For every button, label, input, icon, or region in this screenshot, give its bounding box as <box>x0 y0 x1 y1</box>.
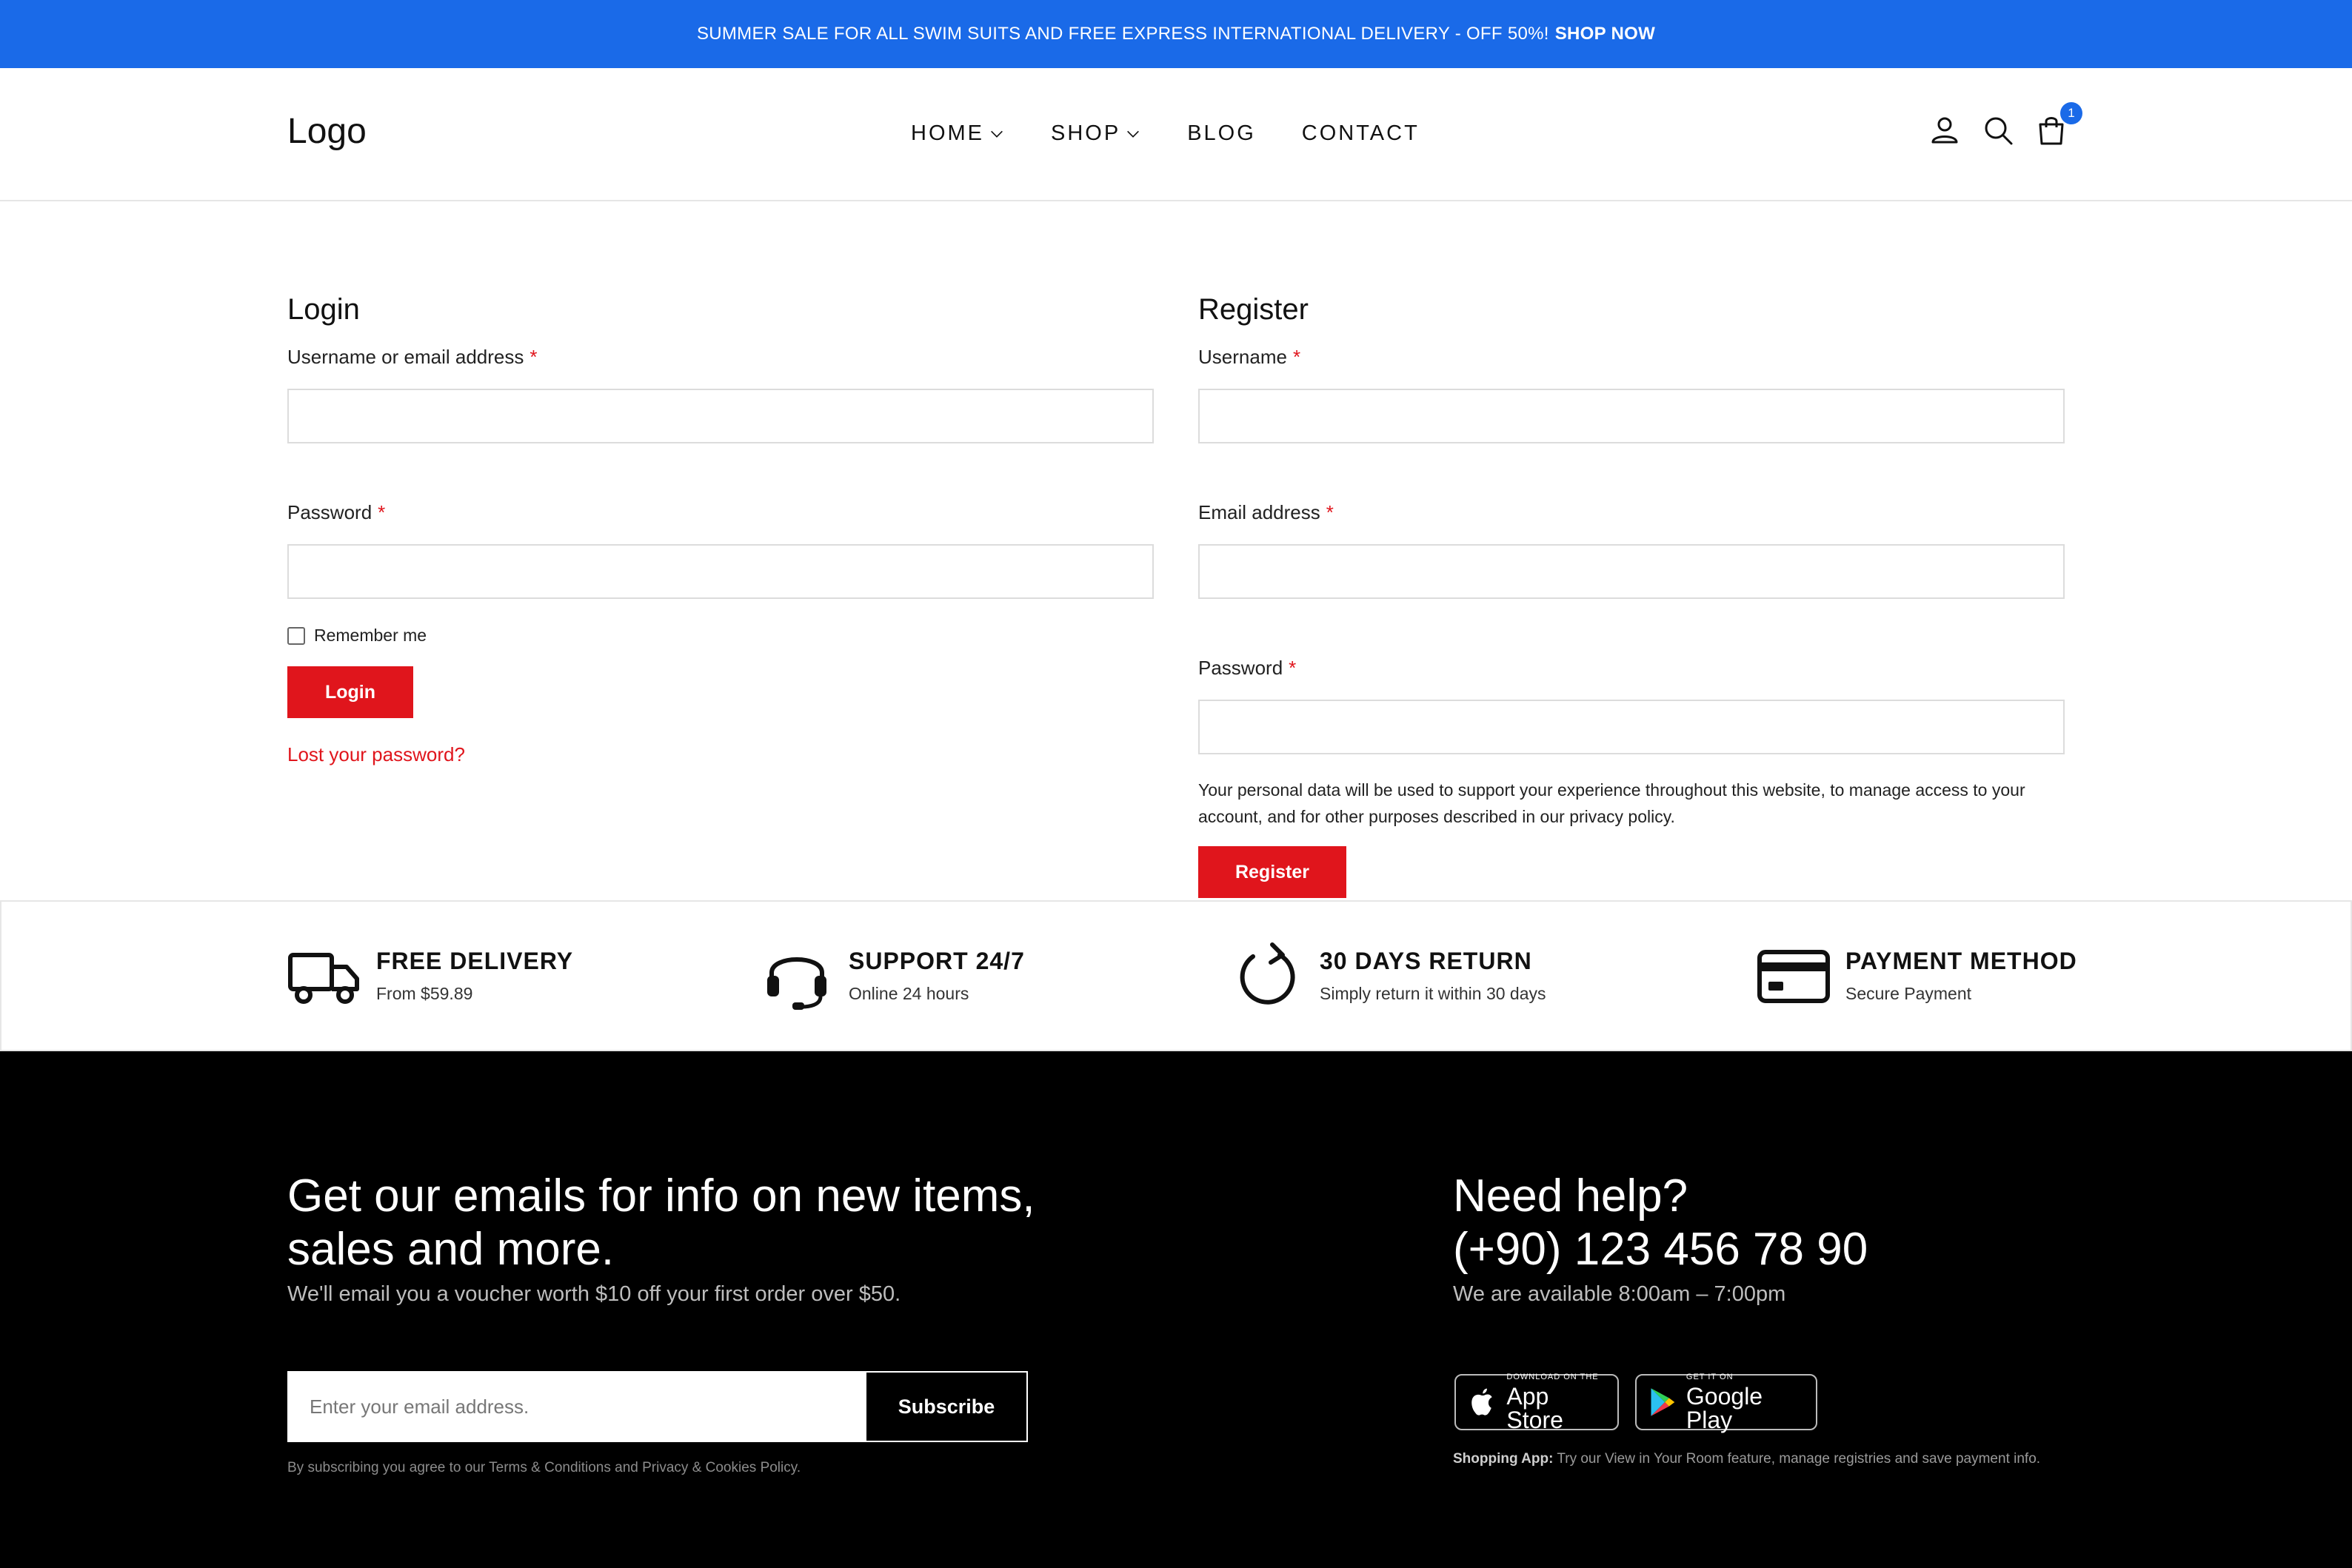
feature-subtitle: Secure Payment <box>1845 984 1972 1003</box>
nav-item-blog[interactable]: BLOG <box>1187 121 1256 146</box>
app-store-big: App Store <box>1506 1382 1563 1433</box>
nav-label: BLOG <box>1187 121 1256 145</box>
headset-icon <box>767 957 826 1010</box>
login-form: Login Username or email address * Passwor… <box>287 293 1154 766</box>
announcement-text: SUMMER SALE FOR ALL SWIM SUITS AND FREE … <box>696 24 1549 44</box>
remember-me-label: Remember me <box>314 626 427 645</box>
register-form: Register Username * Email address * Passwo… <box>1198 293 2065 898</box>
feature-title: 30 DAYS RETURN <box>1320 948 1532 974</box>
chevron-down-icon <box>991 130 1003 138</box>
feature-title: FREE DELIVERY <box>376 948 574 974</box>
app-store-badges: DOWNLOAD ON THE App Store GET IT ON Goog… <box>1454 1372 1834 1433</box>
site-header: Logo HOME SHOP BLOG CONTACT 1 <box>0 68 2352 201</box>
features-strip: FREE DELIVERY From $59.89 SUPPORT 24/7 O… <box>0 900 2352 1051</box>
username-label-text: Username or email address <box>287 346 524 368</box>
required-mark: * <box>1289 657 1297 679</box>
google-play-icon <box>1651 1388 1675 1416</box>
cart-icon[interactable]: 1 <box>2035 102 2082 147</box>
login-button[interactable]: Login <box>287 666 413 718</box>
truck-icon <box>288 953 359 1004</box>
google-play-button[interactable]: GET IT ON Google Play <box>1635 1372 1817 1433</box>
email-label-text: Email address <box>1198 501 1320 523</box>
newsletter-legal: By subscribing you agree to our Terms & … <box>287 1460 801 1475</box>
nav-label: HOME <box>911 121 984 145</box>
feature-payment: PAYMENT METHOD Secure Payment <box>1757 939 2077 1013</box>
header-icons: 1 <box>1928 102 2088 147</box>
cart-count-badge: 1 <box>2060 102 2082 124</box>
lost-password-link[interactable]: Lost your password? <box>287 743 1154 766</box>
app-store-button[interactable]: DOWNLOAD ON THE App Store <box>1454 1372 1619 1433</box>
feature-subtitle: From $59.89 <box>376 984 473 1003</box>
required-mark: * <box>378 501 386 523</box>
google-play-big: Google Play <box>1686 1382 1763 1433</box>
app-note-label: Shopping App: <box>1453 1451 1554 1467</box>
feature-subtitle: Simply return it within 30 days <box>1320 984 1546 1003</box>
feature-title: SUPPORT 24/7 <box>849 948 1025 974</box>
shop-now-link[interactable]: SHOP NOW <box>1555 24 1655 44</box>
email-label: Email address * <box>1198 501 2065 525</box>
remember-me-checkbox[interactable] <box>287 626 305 645</box>
feature-title: PAYMENT METHOD <box>1845 948 2077 974</box>
nav-label: SHOP <box>1051 121 1121 145</box>
login-password-input[interactable] <box>287 544 1154 599</box>
apple-icon <box>1471 1388 1492 1415</box>
newsletter-title: Get our emails for info on new items, sa… <box>287 1170 1035 1275</box>
app-note-text: Try our View in Your Room feature, manag… <box>1557 1451 2041 1467</box>
newsletter-subtitle: We'll email you a voucher worth $10 off … <box>287 1282 901 1306</box>
register-button[interactable]: Register <box>1198 846 1346 898</box>
login-title: Login <box>287 293 360 326</box>
newsletter-form: Subscribe <box>287 1371 1028 1442</box>
google-play-small: GET IT ON <box>1686 1372 1734 1381</box>
feature-support: SUPPORT 24/7 Online 24 hours <box>760 939 1025 1013</box>
help-phone[interactable]: (+90) 123 456 78 90 <box>1453 1223 1868 1276</box>
credit-card-icon <box>1757 950 1830 1003</box>
login-username-input[interactable] <box>287 389 1154 443</box>
subscribe-button[interactable]: Subscribe <box>866 1373 1026 1441</box>
feature-subtitle: Online 24 hours <box>849 984 969 1003</box>
feature-free-delivery: FREE DELIVERY From $59.89 <box>287 939 573 1013</box>
remember-me: Remember me <box>287 626 1154 646</box>
register-email-input[interactable] <box>1198 544 2065 599</box>
required-mark: * <box>529 346 538 368</box>
search-icon[interactable] <box>1982 114 2014 147</box>
username-label: Username * <box>1198 346 2065 369</box>
help-hours: We are available 8:00am – 7:00pm <box>1453 1282 1786 1306</box>
privacy-notice: Your personal data will be used to suppo… <box>1198 780 2025 826</box>
nav-label: CONTACT <box>1301 121 1420 145</box>
chevron-down-icon <box>1127 130 1140 138</box>
username-label: Username or email address * <box>287 346 1154 369</box>
username-label-text: Username <box>1198 346 1287 368</box>
register-title: Register <box>1198 293 1309 326</box>
help-heading: Need help? <box>1453 1170 1688 1222</box>
feature-returns: 30 DAYS RETURN Simply return it within 3… <box>1231 939 1546 1013</box>
newsletter-email-input[interactable] <box>289 1373 866 1441</box>
nav-item-contact[interactable]: CONTACT <box>1302 121 1420 146</box>
user-icon[interactable] <box>1928 114 1961 147</box>
password-label-text: Password <box>1198 657 1283 679</box>
shopping-app-note: Shopping App: Try our View in Your Room … <box>1453 1451 2040 1467</box>
nav-item-home[interactable]: HOME <box>911 121 1005 146</box>
required-mark: * <box>1292 346 1301 368</box>
password-label-text: Password <box>287 501 372 523</box>
required-mark: * <box>1326 501 1334 523</box>
site-footer: Get our emails for info on new items, sa… <box>0 1051 2352 1568</box>
register-password-input[interactable] <box>1198 700 2065 754</box>
nav-item-shop[interactable]: SHOP <box>1051 121 1141 146</box>
password-label: Password * <box>287 501 1154 525</box>
logo[interactable]: Logo <box>287 111 367 152</box>
main-nav: HOME SHOP BLOG CONTACT <box>911 121 1466 146</box>
password-label: Password * <box>1198 657 2065 680</box>
help-title: Need help? (+90) 123 456 78 90 <box>1453 1170 1868 1276</box>
register-username-input[interactable] <box>1198 389 2065 443</box>
announcement-bar: SUMMER SALE FOR ALL SWIM SUITS AND FREE … <box>0 0 2352 68</box>
app-store-small: DOWNLOAD ON THE <box>1506 1372 1599 1381</box>
refresh-icon <box>1240 942 1295 1005</box>
